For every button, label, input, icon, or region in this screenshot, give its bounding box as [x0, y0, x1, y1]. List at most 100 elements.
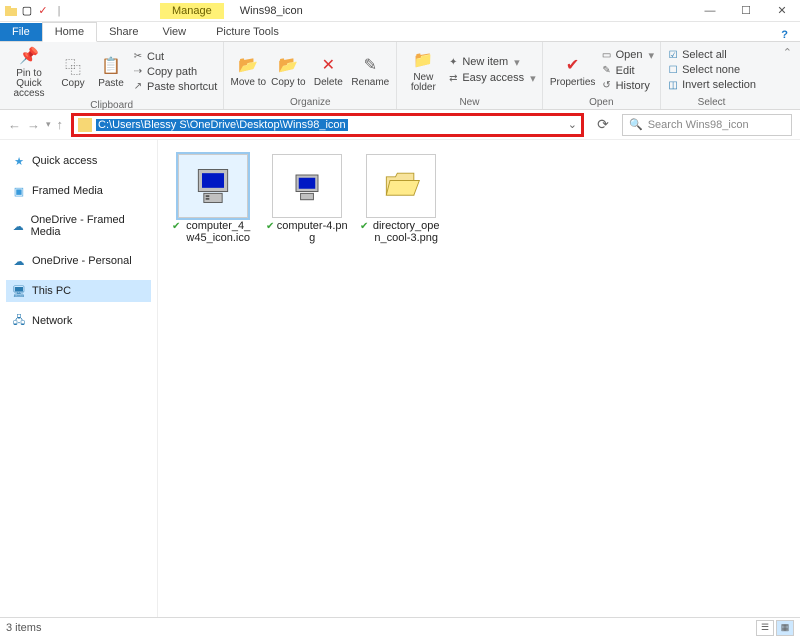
- pc-icon: 🖥: [12, 284, 26, 298]
- file-item[interactable]: ✔computer-4.png: [266, 154, 348, 244]
- tab-picture-tools[interactable]: Picture Tools: [204, 23, 291, 41]
- title-bar: ▢ ✓ | Manage Wins98_icon — ☐ ✕: [0, 0, 800, 22]
- history-icon: ↺: [601, 80, 613, 92]
- address-row: ← → ▾ ↑ C:\Users\Blessy S\OneDrive\Deskt…: [0, 110, 800, 140]
- sidebar-item-onedrive-personal[interactable]: ☁OneDrive - Personal: [6, 250, 151, 272]
- qat-divider: |: [52, 4, 66, 18]
- file-name: directory_open_cool-3.png: [370, 220, 442, 244]
- newitem-icon: ✦: [447, 56, 459, 68]
- building-icon: ▣: [12, 184, 26, 198]
- computer-icon: [285, 164, 329, 208]
- file-list[interactable]: ✔computer_4_w45_icon.ico ✔computer-4.png…: [158, 140, 800, 617]
- open-button[interactable]: ▭Open▾: [601, 48, 654, 63]
- group-new-label: New: [403, 96, 535, 109]
- cloud-icon: ☁: [12, 254, 26, 268]
- selectall-icon: ☑: [667, 49, 679, 61]
- nav-recent-button[interactable]: ▾: [46, 119, 51, 130]
- help-icon[interactable]: ?: [781, 29, 788, 41]
- maximize-button[interactable]: ☐: [728, 0, 764, 22]
- easy-icon: ⇄: [447, 72, 459, 84]
- nav-up-button[interactable]: ↑: [57, 117, 64, 132]
- tab-view[interactable]: View: [150, 23, 198, 41]
- move-to-button[interactable]: 📂Move to: [230, 44, 266, 96]
- pin-icon: 📌: [17, 44, 41, 68]
- view-icons-button[interactable]: ▦: [776, 620, 794, 636]
- item-count: 3 items: [6, 622, 41, 634]
- delete-button[interactable]: ✕Delete: [310, 44, 346, 96]
- cut-button[interactable]: ✂Cut: [132, 50, 217, 64]
- close-button[interactable]: ✕: [764, 0, 800, 22]
- edit-icon: ✎: [601, 65, 613, 77]
- rename-icon: ✎: [358, 53, 382, 77]
- network-icon: 🖧: [12, 314, 26, 328]
- tab-home[interactable]: Home: [42, 22, 97, 42]
- sidebar-item-framed-media[interactable]: ▣Framed Media: [6, 180, 151, 202]
- new-folder-icon: 📁: [411, 48, 435, 72]
- new-folder-button[interactable]: 📁New folder: [403, 44, 443, 96]
- invert-selection-button[interactable]: ◫Invert selection: [667, 78, 756, 92]
- view-details-button[interactable]: ☰: [756, 620, 774, 636]
- search-box[interactable]: 🔍 Search Wins98_icon: [622, 114, 792, 136]
- star-icon: ★: [12, 154, 26, 168]
- sync-icon: ✔: [266, 221, 274, 233]
- contextual-tab-manage[interactable]: Manage: [160, 3, 224, 19]
- group-organize-label: Organize: [230, 96, 390, 109]
- file-name: computer_4_w45_icon.ico: [182, 220, 254, 244]
- address-bar[interactable]: C:\Users\Blessy S\OneDrive\Desktop\Wins9…: [71, 113, 584, 137]
- move-icon: 📂: [236, 53, 260, 77]
- search-placeholder: Search Wins98_icon: [648, 119, 749, 131]
- nav-forward-button[interactable]: →: [27, 117, 40, 132]
- delete-icon: ✕: [316, 53, 340, 77]
- scissors-icon: ✂: [132, 51, 144, 63]
- collapse-ribbon-button[interactable]: ⌃: [775, 42, 800, 109]
- select-none-button[interactable]: ☐Select none: [667, 63, 756, 77]
- sidebar-item-this-pc[interactable]: 🖥This PC: [6, 280, 151, 302]
- rename-button[interactable]: ✎Rename: [350, 44, 390, 96]
- tab-file[interactable]: File: [0, 23, 42, 41]
- ribbon-tabs: File Home Share View Picture Tools ?: [0, 22, 800, 42]
- paste-shortcut-button[interactable]: ↗Paste shortcut: [132, 80, 217, 94]
- folder-icon: [78, 118, 92, 132]
- paste-button[interactable]: 📋Paste: [94, 44, 128, 99]
- path-icon: ⇢: [132, 66, 144, 78]
- ribbon: 📌Pin to Quick access ⿻Copy 📋Paste ✂Cut ⇢…: [0, 42, 800, 110]
- qat-check-icon[interactable]: ✓: [36, 4, 50, 18]
- file-item[interactable]: ✔computer_4_w45_icon.ico: [172, 154, 254, 244]
- sidebar-item-network[interactable]: 🖧Network: [6, 310, 151, 332]
- copy-path-button[interactable]: ⇢Copy path: [132, 65, 217, 79]
- status-bar: 3 items ☰ ▦: [0, 617, 800, 637]
- folder-open-icon: [379, 164, 423, 208]
- copy-to-button[interactable]: 📂Copy to: [270, 44, 306, 96]
- window-title: Wins98_icon: [240, 5, 303, 17]
- shortcut-icon: ↗: [132, 81, 144, 93]
- properties-button[interactable]: ✔Properties: [549, 44, 597, 96]
- new-item-button[interactable]: ✦New item▾: [447, 55, 535, 70]
- folder-icon: [4, 4, 18, 18]
- nav-back-button[interactable]: ←: [8, 117, 21, 132]
- group-open-label: Open: [549, 96, 654, 109]
- file-item[interactable]: ✔directory_open_cool-3.png: [360, 154, 442, 244]
- search-icon: 🔍: [629, 118, 643, 131]
- refresh-button[interactable]: ⟳: [592, 116, 614, 133]
- edit-button[interactable]: ✎Edit: [601, 64, 654, 78]
- sidebar-item-onedrive-framed[interactable]: ☁OneDrive - Framed Media: [6, 210, 151, 242]
- minimize-button[interactable]: —: [692, 0, 728, 22]
- copy-button[interactable]: ⿻Copy: [56, 44, 90, 99]
- pin-quick-access-button[interactable]: 📌Pin to Quick access: [6, 44, 52, 99]
- selectnone-icon: ☐: [667, 64, 679, 76]
- qat-save-icon[interactable]: ▢: [20, 4, 34, 18]
- select-all-button[interactable]: ☑Select all: [667, 48, 756, 62]
- address-dropdown[interactable]: ⌄: [568, 118, 577, 131]
- sync-icon: ✔: [172, 221, 180, 233]
- address-path[interactable]: C:\Users\Blessy S\OneDrive\Desktop\Wins9…: [96, 119, 348, 131]
- copy-icon: ⿻: [61, 54, 85, 78]
- history-button[interactable]: ↺History: [601, 79, 654, 93]
- navigation-pane: ★Quick access ▣Framed Media ☁OneDrive - …: [0, 140, 158, 617]
- easy-access-button[interactable]: ⇄Easy access▾: [447, 71, 535, 86]
- copyto-icon: 📂: [276, 53, 300, 77]
- group-select-label: Select: [667, 96, 756, 109]
- open-icon: ▭: [601, 49, 613, 61]
- tab-share[interactable]: Share: [97, 23, 150, 41]
- computer-icon: [191, 164, 235, 208]
- sidebar-item-quick-access[interactable]: ★Quick access: [6, 150, 151, 172]
